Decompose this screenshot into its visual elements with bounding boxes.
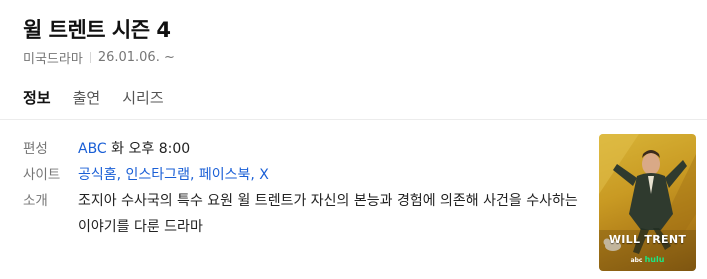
category-label: 미국드라마: [23, 52, 83, 67]
info-section: 편성 ABC 화 오후 8:00 사이트 공식홈, 인스타그램, 페이스북, X…: [23, 136, 583, 240]
broadcast-row: 편성 ABC 화 오후 8:00: [23, 136, 583, 162]
official-site-link[interactable]: 공식홈: [78, 167, 117, 183]
show-meta: 미국드라마 26.01.06. ~: [23, 48, 175, 67]
sites-label: 사이트: [23, 167, 61, 183]
sites-value: 공식홈, 인스타그램, 페이스북, X: [78, 167, 269, 183]
page-title: 윌 트렌트 시즌 4: [23, 18, 171, 42]
broadcast-label: 편성: [23, 141, 48, 157]
synopsis-row: 소개 조지아 수사국의 특수 요원 윌 트렌트가 자신의 본능과 경험에 의존해…: [23, 188, 583, 240]
poster-image[interactable]: WILL TRENT abc hulu: [599, 134, 696, 271]
hulu-logo: hulu: [644, 255, 665, 264]
broadcast-value: ABC 화 오후 8:00: [78, 136, 583, 162]
tab-bar: 정보 출연 시리즈: [23, 87, 164, 108]
sites-row: 사이트 공식홈, 인스타그램, 페이스북, X: [23, 162, 583, 188]
poster-art: [599, 134, 696, 271]
facebook-link[interactable]: 페이스북: [199, 167, 251, 183]
abc-logo: abc: [630, 257, 643, 264]
tab-cast[interactable]: 출연: [73, 87, 101, 108]
air-date: 26.01.06. ~: [97, 50, 175, 65]
poster-title: WILL TRENT: [608, 233, 687, 246]
meta-divider: [89, 52, 91, 63]
tab-info[interactable]: 정보: [23, 87, 51, 108]
tab-series[interactable]: 시리즈: [122, 87, 163, 108]
poster-network: abc hulu: [599, 255, 696, 264]
synopsis-text: 조지아 수사국의 특수 요원 윌 트렌트가 자신의 본능과 경험에 의존해 사건…: [78, 193, 578, 235]
x-link[interactable]: X: [259, 167, 269, 183]
instagram-link[interactable]: 인스타그램: [126, 167, 190, 183]
broadcast-schedule: 화 오후 8:00: [111, 141, 191, 157]
channel-link[interactable]: ABC: [78, 141, 107, 157]
section-divider: [0, 119, 707, 120]
synopsis-label: 소개: [23, 193, 48, 209]
